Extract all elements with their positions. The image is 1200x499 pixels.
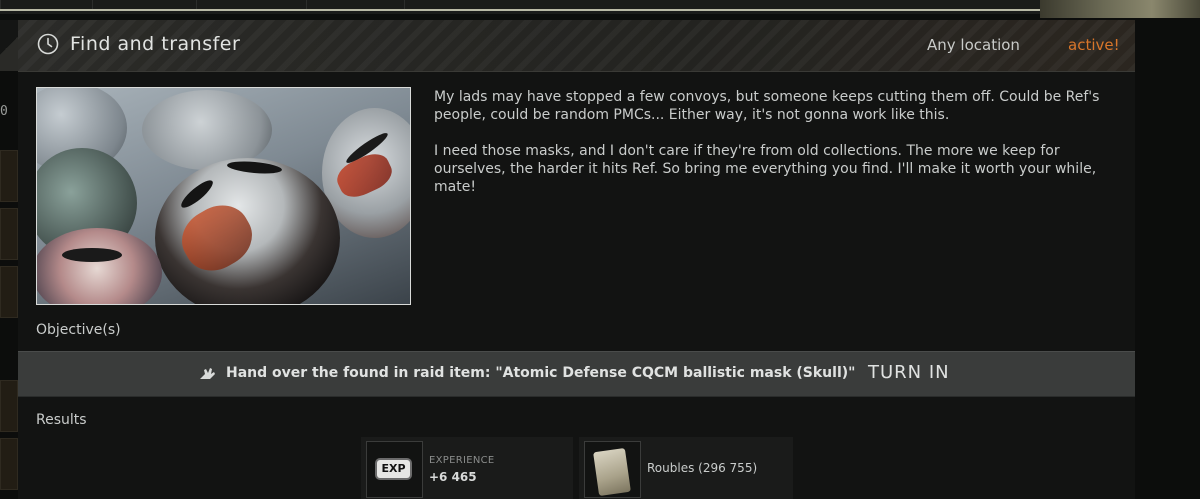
quest-list-item[interactable] bbox=[0, 380, 18, 432]
objective-text: Hand over the found in raid item: "Atomi… bbox=[226, 365, 856, 381]
exp-icon: EXP bbox=[366, 441, 423, 498]
top-tab-strip bbox=[0, 0, 1200, 14]
reward-roubles[interactable]: Roubles (296 755) bbox=[579, 437, 793, 499]
header-notch bbox=[0, 20, 18, 71]
top-tab[interactable] bbox=[0, 0, 93, 9]
side-counter: 0 bbox=[0, 104, 8, 119]
quest-list-item[interactable] bbox=[0, 150, 18, 202]
clock-icon bbox=[37, 33, 59, 55]
quest-title: Find and transfer bbox=[70, 33, 241, 55]
description-paragraph: My lads may have stopped a few convoys, … bbox=[434, 89, 1100, 123]
turn-in-button[interactable]: TURN IN bbox=[868, 362, 950, 383]
reward-experience[interactable]: EXP EXPERIENCE +6 465 bbox=[361, 437, 573, 499]
quest-list-item[interactable] bbox=[0, 438, 18, 490]
roubles-pack-image bbox=[593, 447, 631, 497]
quest-header[interactable]: Find and transfer Any location active! bbox=[18, 20, 1135, 72]
top-tab[interactable] bbox=[306, 0, 401, 9]
hand-over-icon bbox=[200, 368, 215, 379]
quest-description: My lads may have stopped a few convoys, … bbox=[434, 88, 1114, 214]
quest-location: Any location bbox=[927, 36, 1020, 54]
quest-image bbox=[36, 87, 411, 305]
corner-thumbnail bbox=[1040, 0, 1200, 18]
reward-caption: EXPERIENCE bbox=[429, 455, 495, 466]
top-tab[interactable] bbox=[196, 0, 297, 9]
top-tab[interactable] bbox=[92, 0, 187, 9]
results-label: Results bbox=[36, 412, 87, 428]
quest-status: active! bbox=[1068, 36, 1120, 54]
objective-row: Hand over the found in raid item: "Atomi… bbox=[18, 351, 1135, 397]
quest-list-item[interactable] bbox=[0, 208, 18, 260]
reward-name: Roubles (296 755) bbox=[647, 461, 758, 475]
reward-value: +6 465 bbox=[429, 470, 477, 484]
objectives-label: Objective(s) bbox=[36, 322, 121, 338]
exp-badge: EXP bbox=[377, 460, 410, 478]
roubles-icon bbox=[584, 441, 641, 498]
quest-list-item[interactable] bbox=[0, 266, 18, 318]
description-paragraph: I need those masks, and I don't care if … bbox=[434, 143, 1097, 195]
top-divider bbox=[0, 9, 1040, 11]
top-tab[interactable] bbox=[404, 0, 501, 9]
